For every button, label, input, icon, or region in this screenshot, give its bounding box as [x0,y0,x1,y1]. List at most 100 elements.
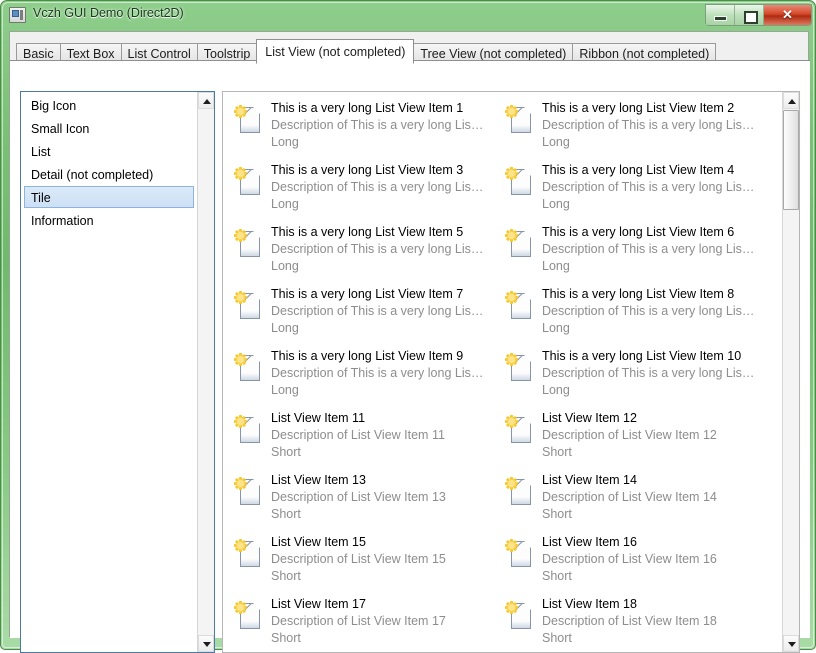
list-view-item[interactable]: This is a very long List View Item 7 Desc… [231,282,496,344]
new-document-icon [233,290,265,324]
scroll-down-button[interactable] [198,635,214,652]
list-view-item-text: This is a very long List View Item 5 Desc… [271,220,496,275]
list-view-item[interactable]: List View Item 15 Description of List Vie… [231,530,496,592]
list-view-item-size: Short [542,631,572,645]
list-view-item[interactable]: This is a very long List View Item 3 Desc… [231,158,496,220]
list-view-content: This is a very long List View Item 1 Desc… [223,92,783,652]
view-mode-item-big-icon[interactable]: Big Icon [24,94,194,116]
list-view-item[interactable]: This is a very long List View Item 1 Desc… [231,96,496,158]
minimize-button[interactable] [706,5,735,25]
list-view-item[interactable]: List View Item 13 Description of List Vie… [231,468,496,530]
view-mode-item-label: Information [31,214,94,228]
list-view-item[interactable]: List View Item 17 Description of List Vie… [231,592,496,652]
list-view-item[interactable]: This is a very long List View Item 6 Desc… [502,220,767,282]
scroll-up-button[interactable] [198,92,214,109]
list-view-item-title: This is a very long List View Item 7 [271,287,464,301]
list-view-item-text: This is a very long List View Item 8 Desc… [542,282,767,337]
new-document-icon [233,476,265,510]
list-view-item[interactable]: List View Item 18 Description of List Vie… [502,592,767,652]
new-document-icon [233,166,265,200]
new-document-icon [504,352,536,386]
maximize-icon [744,11,758,24]
list-view-item[interactable]: This is a very long List View Item 9 Desc… [231,344,496,406]
list-view-item-title: This is a very long List View Item 8 [542,287,735,301]
scroll-down-icon [203,642,211,647]
list-view-item-text: List View Item 14 Description of List Vie… [542,468,767,523]
new-document-icon [504,414,536,448]
new-document-icon [504,476,536,510]
title-bar[interactable]: Vczh GUI Demo (Direct2D) ✕ [1,1,816,31]
list-view-item-title: List View Item 13 [271,473,366,487]
maximize-button[interactable] [735,5,764,25]
list-view-item-size: Long [271,321,299,335]
list-view-item-size: Short [542,445,572,459]
list-view-item-description: Description of This is a very long Lis… [542,304,755,318]
list-view-item-text: This is a very long List View Item 2 Desc… [542,96,767,151]
close-button[interactable]: ✕ [764,5,811,25]
list-view-item[interactable]: This is a very long List View Item 2 Desc… [502,96,767,158]
new-document-icon [504,290,536,324]
app-window-icon[interactable] [9,7,26,23]
list-view-item-description: Description of This is a very long Lis… [542,242,755,256]
view-mode-item-list[interactable]: List [24,140,194,162]
list-view-item-text: List View Item 17 Description of List Vie… [271,592,496,647]
list-view-item-size: Long [542,135,570,149]
new-document-icon [233,228,265,262]
view-mode-list-scrollbar[interactable] [197,92,214,652]
list-view-item-size: Long [542,321,570,335]
list-view-item[interactable]: List View Item 12 Description of List Vie… [502,406,767,468]
list-view-item-text: This is a very long List View Item 10 Des… [542,344,767,399]
client-area: Basic Text Box List Control Toolstrip List V… [9,31,810,653]
list-view-item[interactable]: This is a very long List View Item 5 Desc… [231,220,496,282]
list-view-item-title: This is a very long List View Item 10 [542,349,742,363]
list-view-item-description: Description of This is a very long Lis… [542,366,755,380]
tab-page-list-view: Big Icon Small Icon List Detail (not comple… [10,60,810,653]
tab-label: Text Box [66,47,115,61]
list-view-scrollbar[interactable] [782,92,799,652]
list-view-item[interactable]: List View Item 14 Description of List Vie… [502,468,767,530]
list-view-item-title: List View Item 16 [542,535,637,549]
list-view-item-description: Description of List View Item 14 [542,490,717,504]
view-mode-item-information[interactable]: Information [24,209,194,231]
list-view-item-description: Description of This is a very long Lis… [542,118,755,132]
view-mode-item-detail-not-completed[interactable]: Detail (not completed) [24,163,194,185]
list-view-item-title: This is a very long List View Item 5 [271,225,464,239]
list-view-item-text: This is a very long List View Item 3 Desc… [271,158,496,213]
list-view-item-description: Description of List View Item 12 [542,428,717,442]
tab-label: List View (not completed) [265,45,406,59]
list-view-item-size: Short [271,507,301,521]
new-document-icon [233,600,265,634]
list-view-item-text: List View Item 13 Description of List Vie… [271,468,496,523]
view-mode-item-label: Tile [31,191,51,205]
list-view-item[interactable]: This is a very long List View Item 8 Desc… [502,282,767,344]
list-view-item-title: List View Item 11 [271,411,366,425]
list-view-item-description: Description of This is a very long Lis… [542,180,755,194]
tab-label: Basic [23,47,54,61]
list-view-item-text: List View Item 16 Description of List Vie… [542,530,767,585]
new-document-icon [233,352,265,386]
list-view[interactable]: This is a very long List View Item 1 Desc… [222,91,800,653]
list-view-item-description: Description of This is a very long Lis… [271,118,484,132]
list-view-item-description: Description of List View Item 13 [271,490,446,504]
tab-list-view-not-completed[interactable]: List View (not completed) [256,39,415,64]
list-view-item[interactable]: List View Item 16 Description of List Vie… [502,530,767,592]
scroll-up-icon [203,99,211,104]
list-view-item-size: Long [271,135,299,149]
list-view-item[interactable]: List View Item 11 Description of List Vie… [231,406,496,468]
scroll-up-button[interactable] [783,92,799,109]
view-mode-item-tile[interactable]: Tile [24,186,194,208]
new-document-icon [233,414,265,448]
new-document-icon [504,538,536,572]
list-view-item-description: Description of This is a very long Lis… [271,366,484,380]
scrollbar-thumb[interactable] [783,110,799,210]
list-view-item[interactable]: This is a very long List View Item 10 Des… [502,344,767,406]
list-view-item-title: List View Item 18 [542,597,637,611]
list-view-item-size: Long [271,259,299,273]
tab-label: List Control [127,47,191,61]
scroll-down-button[interactable] [783,635,799,652]
minimize-icon [714,16,727,21]
view-mode-item-small-icon[interactable]: Small Icon [24,117,194,139]
list-view-item-size: Short [271,445,301,459]
view-mode-list[interactable]: Big Icon Small Icon List Detail (not comple… [20,91,215,653]
list-view-item[interactable]: This is a very long List View Item 4 Desc… [502,158,767,220]
